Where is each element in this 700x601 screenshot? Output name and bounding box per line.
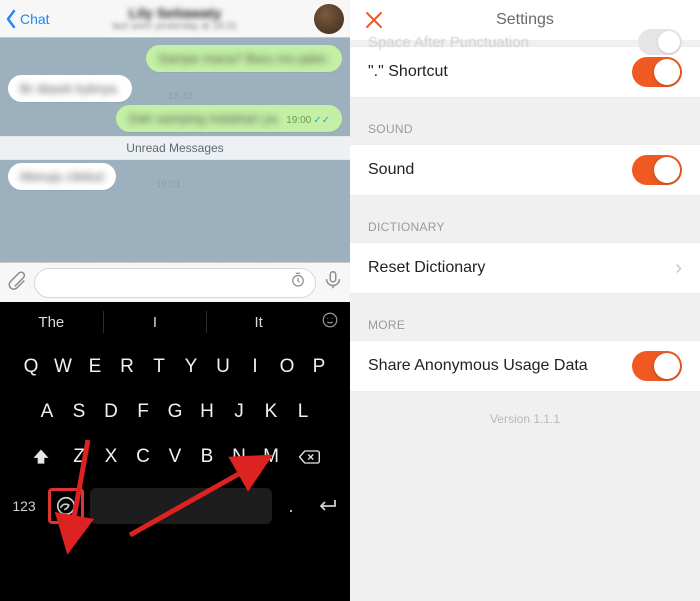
reset-dictionary-label: Reset Dictionary <box>368 259 485 277</box>
suggestion-bar: The I It <box>0 302 350 342</box>
chat-header: Chat Lily Setiawaty last seen yesterday … <box>0 0 350 38</box>
section-header-sound: SOUND <box>350 98 700 144</box>
chevron-right-icon: › <box>675 257 682 280</box>
key[interactable]: K <box>257 392 285 432</box>
ghost-setting-row: Space After Punctuation <box>350 22 700 62</box>
key[interactable]: W <box>49 347 77 387</box>
shortcut-label: "." Shortcut <box>368 63 448 81</box>
section-header-dictionary: DICTIONARY <box>350 196 700 242</box>
keyboard-row: Z X C V B N M <box>4 437 346 477</box>
sound-cell[interactable]: Sound <box>350 144 700 196</box>
swipe-toggle-button[interactable] <box>48 488 84 524</box>
key[interactable]: O <box>273 347 301 387</box>
key[interactable]: T <box>145 347 173 387</box>
share-usage-cell[interactable]: Share Anonymous Usage Data <box>350 340 700 392</box>
chevron-left-icon <box>4 9 18 29</box>
key[interactable]: P <box>305 347 333 387</box>
key[interactable]: X <box>97 437 125 477</box>
chat-title-wrap: Lily Setiawaty last seen yesterday at 18… <box>0 5 350 32</box>
spacebar[interactable] <box>90 488 272 524</box>
sound-toggle[interactable] <box>632 155 682 185</box>
key[interactable]: M <box>257 437 285 477</box>
reset-dictionary-cell[interactable]: Reset Dictionary › <box>350 242 700 294</box>
ghost-toggle <box>638 29 682 55</box>
message-time: 19:00 <box>286 115 311 126</box>
key[interactable]: B <box>193 437 221 477</box>
attachment-icon[interactable] <box>6 269 28 296</box>
key[interactable]: Z <box>65 437 93 477</box>
key[interactable]: I <box>241 347 269 387</box>
suggestion[interactable]: It <box>207 314 310 331</box>
key[interactable]: E <box>81 347 109 387</box>
suggestion[interactable]: The <box>0 314 103 331</box>
key[interactable]: H <box>193 392 221 432</box>
key[interactable]: A <box>33 392 61 432</box>
key[interactable]: V <box>161 437 189 477</box>
message-input[interactable] <box>34 268 316 298</box>
key[interactable]: N <box>225 437 253 477</box>
key[interactable]: G <box>161 392 189 432</box>
settings-pane: Settings Space After Punctuation "." Sho… <box>350 0 700 601</box>
message-time: 19:01 <box>156 179 181 190</box>
return-key[interactable] <box>310 496 344 516</box>
section-header-more: MORE <box>350 294 700 340</box>
back-button[interactable]: Chat <box>0 9 50 29</box>
period-key[interactable]: . <box>278 496 304 517</box>
keyboard-bottom-row: 123 . <box>6 483 344 529</box>
key[interactable]: Q <box>17 347 45 387</box>
unread-divider: Unread Messages <box>0 136 350 160</box>
key[interactable]: F <box>129 392 157 432</box>
key[interactable]: D <box>97 392 125 432</box>
key[interactable]: L <box>289 392 317 432</box>
keyboard: The I It Q W E R T Y U I O P A S D F G <box>0 302 350 601</box>
chat-contact-name: Lily Setiawaty <box>129 5 222 21</box>
shift-key[interactable] <box>21 437 61 477</box>
key[interactable]: U <box>209 347 237 387</box>
read-ticks-icon: ✓✓ <box>313 115 330 126</box>
avatar[interactable] <box>314 4 344 34</box>
message-time: 18:43 <box>168 91 193 102</box>
timer-icon[interactable] <box>289 271 307 294</box>
settings-body[interactable]: "." Shortcut SOUND Sound DICTIONARY Rese… <box>350 40 700 601</box>
key[interactable]: S <box>65 392 93 432</box>
share-usage-toggle[interactable] <box>632 351 682 381</box>
settings-header: Settings Space After Punctuation <box>350 0 700 40</box>
key[interactable]: R <box>113 347 141 387</box>
suggestion[interactable]: I <box>104 314 207 331</box>
sound-label: Sound <box>368 161 414 179</box>
key[interactable]: Y <box>177 347 205 387</box>
shortcut-toggle[interactable] <box>632 57 682 87</box>
key[interactable]: C <box>129 437 157 477</box>
message-out[interactable]: Dah samping matahari ya.19:00✓✓ <box>116 105 342 132</box>
emoji-icon[interactable] <box>310 311 350 334</box>
backspace-key[interactable] <box>289 437 329 477</box>
keyboard-row: Q W E R T Y U I O P <box>4 347 346 387</box>
message-in[interactable]: Br depok kyknya. <box>8 75 132 102</box>
message-in[interactable]: Menuju cilebut <box>8 163 116 190</box>
key[interactable]: J <box>225 392 253 432</box>
version-label: Version 1.1.1 <box>350 392 700 446</box>
ghost-label: Space After Punctuation <box>368 34 529 51</box>
keyboard-row: A S D F G H J K L <box>4 392 346 432</box>
message-out[interactable]: Sampe mana? Baru mo jalan. <box>146 45 342 72</box>
chat-body[interactable]: Sampe mana? Baru mo jalan. Br depok kykn… <box>0 38 350 262</box>
numeric-key[interactable]: 123 <box>6 498 42 514</box>
chat-pane: Chat Lily Setiawaty last seen yesterday … <box>0 0 350 601</box>
chat-contact-status: last seen yesterday at 18:31 <box>0 21 350 32</box>
microphone-icon[interactable] <box>322 269 344 296</box>
message-input-bar <box>0 262 350 302</box>
back-label: Chat <box>20 11 50 27</box>
share-usage-label: Share Anonymous Usage Data <box>368 357 588 375</box>
